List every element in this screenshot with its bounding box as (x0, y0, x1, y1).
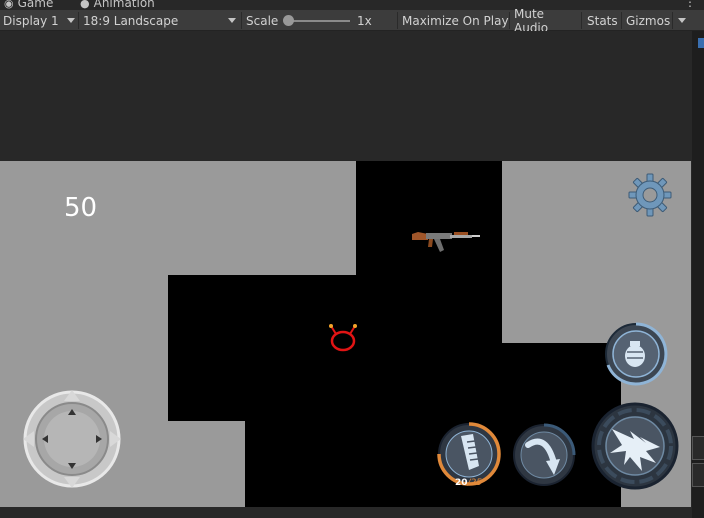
animation-icon: ● (80, 0, 90, 10)
game-view-toolbar: Display 1 18:9 Landscape Scale 1x Maximi… (0, 7, 704, 35)
ammo-current: 20 (455, 478, 468, 488)
stats-toggle[interactable]: Stats (584, 10, 621, 31)
scale-value-text: 1x (357, 13, 372, 28)
tab-game-label: Game (17, 0, 54, 10)
maximize-on-play-label: Maximize On Play (402, 13, 509, 28)
scale-label: Scale (243, 10, 283, 31)
aspect-dropdown-label: 18:9 Landscape (83, 13, 179, 28)
player-character (329, 324, 357, 352)
chevron-down-icon (67, 18, 75, 23)
ammo-max: /25 (467, 478, 483, 488)
scale-slider-handle[interactable] (283, 15, 294, 26)
more-options-icon[interactable]: ⋮ (684, 0, 696, 9)
fire-button[interactable] (590, 401, 680, 491)
ammo-counter: 20/25 (455, 478, 482, 488)
gizmos-toggle[interactable]: Gizmos (623, 10, 673, 31)
virtual-joystick[interactable] (22, 389, 122, 489)
scale-label-text: Scale (246, 13, 279, 28)
tab-game[interactable]: ◉ Game (4, 0, 53, 10)
maximize-on-play-toggle[interactable]: Maximize On Play (399, 10, 509, 31)
score-counter: 50 (64, 193, 98, 223)
aspect-dropdown[interactable]: 18:9 Landscape (80, 10, 240, 31)
rifle-pickup-icon (412, 232, 480, 252)
gizmos-label: Gizmos (626, 13, 671, 28)
settings-gear-icon[interactable] (627, 172, 673, 218)
mute-audio-toggle[interactable]: Mute Audio (511, 7, 581, 35)
display-dropdown-label: Display 1 (3, 13, 59, 28)
editor-tab-bar: ◉ Game ● Animation ⋮ (0, 0, 704, 10)
chevron-down-icon (228, 18, 236, 23)
scale-value: 1x (354, 10, 394, 31)
side-panel-edge (692, 31, 704, 518)
tab-animation[interactable]: ● Animation (80, 0, 155, 10)
stats-label: Stats (587, 13, 618, 28)
reload-ammo-button[interactable] (437, 422, 501, 486)
grenade-button[interactable] (603, 321, 669, 387)
dodge-button[interactable] (512, 423, 576, 487)
gamepad-icon: ◉ (4, 0, 14, 10)
tab-animation-label: Animation (93, 0, 155, 10)
gizmos-dropdown-icon[interactable] (678, 18, 686, 23)
scale-slider-track[interactable] (288, 20, 350, 22)
